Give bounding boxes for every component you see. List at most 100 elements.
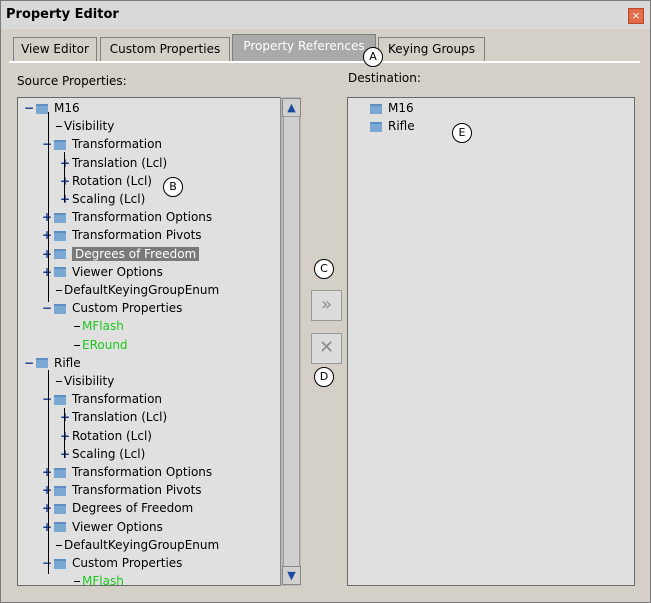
tree-item[interactable]: + Transformation Pivots (40, 226, 202, 244)
scroll-up-icon[interactable]: ▲ (282, 98, 301, 117)
expand-icon[interactable]: + (40, 463, 54, 481)
expand-icon[interactable]: + (58, 172, 72, 190)
destination-item[interactable]: Rifle (370, 117, 415, 135)
destination-tree[interactable]: M16 Rifle (347, 97, 635, 586)
expand-icon[interactable]: + (58, 408, 72, 426)
expand-icon[interactable]: + (40, 518, 54, 536)
tree-item-label: Visibility (64, 119, 115, 134)
tree-item-label: Viewer Options (72, 264, 163, 279)
tree-item[interactable]: Visibility (56, 117, 114, 135)
tree-item[interactable]: + Viewer Options (40, 518, 163, 536)
collapse-icon[interactable]: − (40, 299, 54, 317)
collapse-icon[interactable]: − (40, 554, 54, 572)
tree-item[interactable]: DefaultKeyingGroupEnum (56, 536, 219, 554)
expand-icon[interactable]: + (58, 445, 72, 463)
tree-item-label: MFlash (82, 319, 124, 334)
collapse-icon[interactable]: − (22, 99, 36, 117)
collapse-icon[interactable]: − (40, 135, 54, 153)
tree-branch-line (56, 290, 62, 291)
tree-item-label: ERound (82, 337, 128, 352)
source-properties-tree[interactable]: − M16 Visibility − Transformation + Translatio… (17, 97, 301, 586)
scroll-thumb[interactable] (283, 116, 300, 568)
close-icon[interactable]: × (628, 8, 644, 24)
folder-icon (54, 139, 66, 150)
tree-item[interactable]: − Transformation (40, 135, 162, 153)
tree-item[interactable]: − Rifle (22, 354, 81, 372)
property-editor-window: Property Editor × View Editor Custom Pro… (0, 0, 651, 603)
expand-icon[interactable]: + (40, 208, 54, 226)
tree-item[interactable]: + Transformation Options (40, 463, 212, 481)
tab-keying-groups[interactable]: Keying Groups (378, 37, 485, 61)
marker-d: D (314, 367, 334, 387)
tree-item-label: Rifle (54, 355, 81, 370)
folder-icon (54, 212, 66, 223)
tree-item-label: Translation (Lcl) (72, 155, 168, 170)
tab-property-references[interactable]: Property References (232, 34, 376, 62)
tree-guide-line (48, 370, 49, 574)
tree-item-label: Transformation (72, 392, 163, 407)
tree-item[interactable]: + Scaling (Lcl) (58, 190, 145, 208)
tree-item[interactable]: + Viewer Options (40, 263, 163, 281)
remove-reference-button[interactable]: ✕ (311, 333, 342, 364)
tree-branch-line (56, 126, 62, 128)
tree-item[interactable]: MFlash (74, 317, 124, 335)
tree-item[interactable]: DefaultKeyingGroupEnum (56, 281, 219, 299)
add-reference-button[interactable]: » (311, 290, 342, 321)
source-scrollbar[interactable]: ▲ ▼ (280, 97, 301, 586)
scroll-down-icon[interactable]: ▼ (282, 566, 301, 585)
tree-item[interactable]: − Custom Properties (40, 299, 182, 317)
folder-icon (54, 522, 66, 533)
tree-item-label: Degrees of Freedom (72, 246, 200, 261)
tree-item[interactable]: + Degrees of Freedom (40, 499, 193, 517)
tree-item-label: Viewer Options (72, 519, 163, 534)
tree-item[interactable]: ERound (74, 336, 128, 354)
expand-icon[interactable]: + (58, 427, 72, 445)
collapse-icon[interactable]: − (22, 354, 36, 372)
tree-item[interactable]: + Rotation (Lcl) (58, 427, 152, 445)
destination-label: Destination: (348, 71, 421, 85)
tree-item[interactable]: + Translation (Lcl) (58, 408, 167, 426)
tree-item-label: Transformation (72, 137, 163, 152)
folder-icon (36, 358, 48, 369)
tree-item[interactable]: + Transformation Pivots (40, 481, 202, 499)
expand-icon[interactable]: + (40, 263, 54, 281)
tree-item[interactable]: − Transformation (40, 390, 162, 408)
tree-item[interactable]: + Scaling (Lcl) (58, 445, 145, 463)
tab-custom-properties[interactable]: Custom Properties (100, 37, 230, 61)
folder-icon (54, 503, 66, 514)
tree-item-label: Transformation Pivots (72, 483, 202, 498)
destination-item[interactable]: M16 (370, 99, 414, 117)
folder-icon (36, 103, 48, 114)
expand-icon[interactable]: + (58, 190, 72, 208)
collapse-icon[interactable]: − (40, 390, 54, 408)
expand-icon[interactable]: + (40, 245, 54, 263)
tree-guide-line (64, 408, 65, 458)
tree-item[interactable]: − M16 (22, 99, 80, 117)
tree-item[interactable]: − Custom Properties (40, 554, 182, 572)
tab-view-editor[interactable]: View Editor (13, 37, 97, 61)
tree-branch-line (56, 381, 62, 382)
tree-item-label: Rotation (Lcl) (72, 428, 152, 443)
tree-item[interactable]: Visibility (56, 372, 114, 390)
tree-item[interactable]: + Rotation (Lcl) (58, 172, 152, 190)
tree-item-label: Degrees of Freedom (72, 501, 194, 516)
expand-icon[interactable]: + (40, 499, 54, 517)
folder-icon (54, 394, 66, 405)
expand-icon[interactable]: + (58, 154, 72, 172)
tree-item[interactable]: + Transformation Options (40, 208, 212, 226)
tree-item-label: Custom Properties (72, 556, 183, 570)
tree-guide-line (48, 112, 49, 302)
expand-icon[interactable]: + (40, 226, 54, 244)
folder-icon (54, 467, 66, 478)
tree-item[interactable]: + Translation (Lcl) (58, 154, 167, 172)
folder-icon (370, 103, 382, 114)
tree-item-label: Transformation Options (72, 210, 213, 225)
folder-icon (54, 303, 66, 314)
title-bar: Property Editor × (1, 1, 650, 29)
folder-icon (54, 485, 66, 496)
tree-item[interactable]: + Degrees of Freedom (40, 245, 200, 263)
expand-icon[interactable]: + (40, 481, 54, 499)
tree-item-label: MFlash (82, 574, 124, 586)
folder-icon (54, 249, 66, 260)
tree-item[interactable]: MFlash (74, 572, 124, 586)
